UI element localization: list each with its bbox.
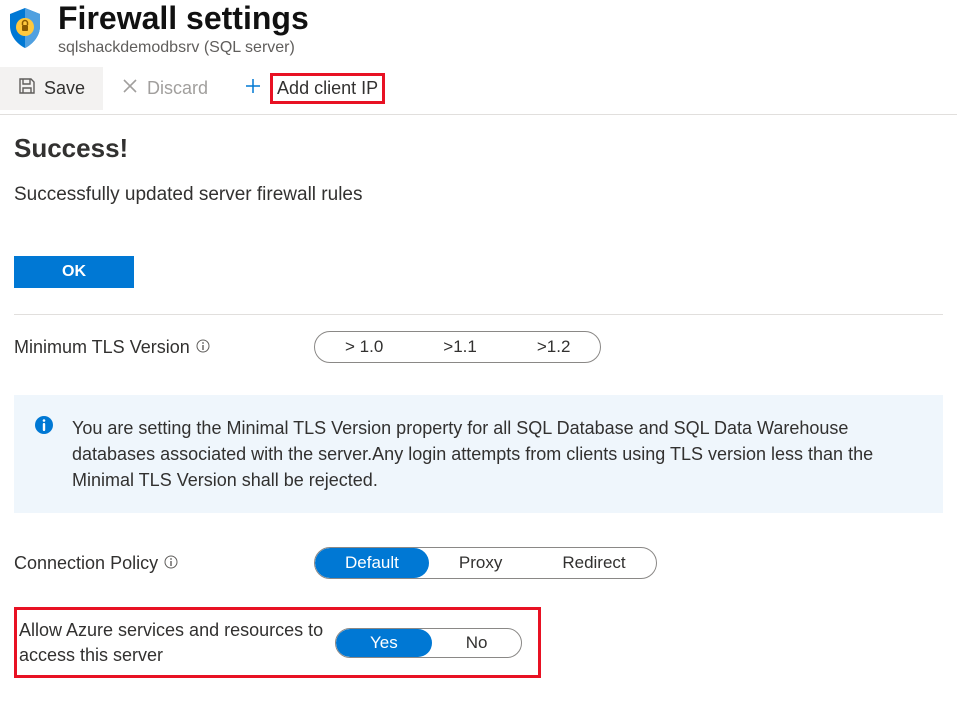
save-button[interactable]: Save bbox=[0, 67, 103, 110]
connection-policy-label: Connection Policy bbox=[14, 553, 158, 574]
x-icon bbox=[121, 77, 139, 100]
allow-azure-row: Allow Azure services and resources to ac… bbox=[14, 607, 541, 678]
tls-label: Minimum TLS Version bbox=[14, 337, 190, 358]
discard-button[interactable]: Discard bbox=[103, 67, 226, 110]
tls-option-1.2[interactable]: >1.2 bbox=[507, 332, 601, 362]
add-client-ip-button[interactable]: Add client IP bbox=[226, 63, 403, 114]
info-icon[interactable] bbox=[164, 553, 178, 574]
allow-option-no[interactable]: No bbox=[432, 629, 522, 657]
tls-option-1.1[interactable]: >1.1 bbox=[413, 332, 507, 362]
connection-option-default[interactable]: Default bbox=[315, 548, 429, 578]
notification-message: Successfully updated server firewall rul… bbox=[14, 184, 943, 206]
allow-azure-options: Yes No bbox=[335, 628, 522, 658]
connection-label-wrap: Connection Policy bbox=[14, 553, 314, 574]
info-circle-icon bbox=[34, 415, 54, 493]
add-client-ip-label: Add client IP bbox=[270, 73, 385, 104]
discard-label: Discard bbox=[147, 78, 208, 99]
info-icon[interactable] bbox=[196, 337, 210, 358]
save-label: Save bbox=[44, 78, 85, 99]
connection-option-proxy[interactable]: Proxy bbox=[429, 548, 532, 578]
tls-info-box: You are setting the Minimal TLS Version … bbox=[14, 395, 943, 513]
shield-icon bbox=[6, 6, 44, 55]
page-subtitle: sqlshackdemodbsrv (SQL server) bbox=[58, 39, 309, 57]
allow-azure-label: Allow Azure services and resources to ac… bbox=[19, 618, 335, 667]
connection-options: Default Proxy Redirect bbox=[314, 547, 657, 579]
page-title: Firewall settings bbox=[58, 0, 309, 37]
notification-title: Success! bbox=[14, 133, 943, 164]
tls-label-wrap: Minimum TLS Version bbox=[14, 337, 314, 358]
tls-info-text: You are setting the Minimal TLS Version … bbox=[72, 415, 923, 493]
save-icon bbox=[18, 77, 36, 100]
tls-option-1.0[interactable]: > 1.0 bbox=[315, 332, 413, 362]
plus-icon bbox=[244, 77, 262, 100]
allow-option-yes[interactable]: Yes bbox=[336, 629, 432, 657]
ok-button[interactable]: OK bbox=[14, 256, 134, 288]
connection-option-redirect[interactable]: Redirect bbox=[532, 548, 655, 578]
tls-options: > 1.0 >1.1 >1.2 bbox=[314, 331, 601, 363]
ok-label: OK bbox=[62, 263, 86, 281]
